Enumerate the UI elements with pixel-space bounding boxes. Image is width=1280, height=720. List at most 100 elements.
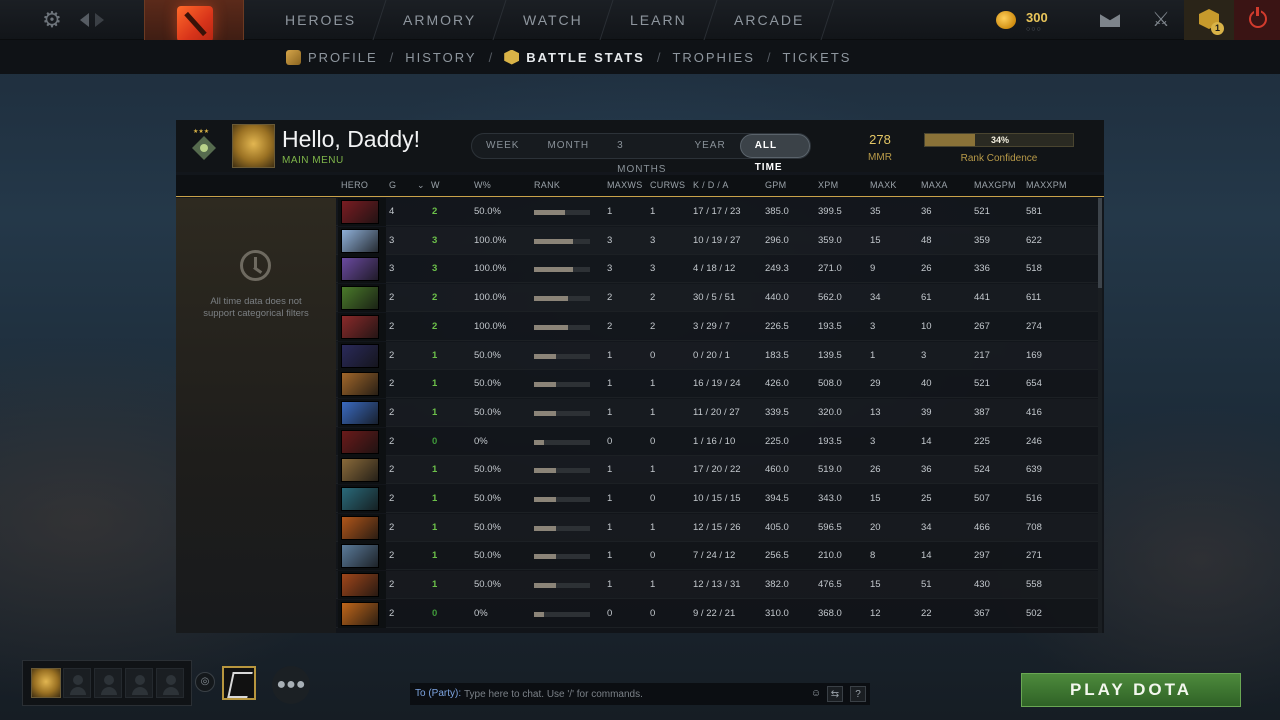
table-row[interactable]: 2 2 100.0% 2 2 30 / 5 / 51 440.0 562.0 34 61 441 61…	[336, 284, 1098, 313]
hero-portrait[interactable]	[341, 200, 379, 224]
hero-portrait[interactable]	[341, 544, 379, 569]
subnav-tickets[interactable]: TICKETS	[783, 50, 852, 65]
settings-gear-icon[interactable]: ⚙	[40, 8, 64, 32]
table-row[interactable]: 2 1 50.0% 1 1 12 / 13 / 31 382.0 476.5 15 51 430 55…	[336, 571, 1098, 600]
table-row[interactable]: 2 0 0% 0 0 1 / 16 / 10 225.0 193.5 3 14 225 246	[336, 427, 1098, 456]
cell-curws: 3	[650, 263, 656, 275]
cell-curws: 1	[650, 406, 656, 418]
cell-maxxpm: 639	[1026, 464, 1042, 476]
table-row[interactable]: 2 1 50.0% 1 1 17 / 20 / 22 460.0 519.0 26 36 524 63…	[336, 456, 1098, 485]
cell-maxa: 39	[921, 406, 932, 418]
tab-year[interactable]: YEAR	[680, 134, 739, 158]
forward-arrow-icon[interactable]	[95, 13, 104, 27]
hero-portrait[interactable]	[341, 400, 379, 425]
play-dota-button[interactable]: PLAY DOTA	[1021, 673, 1241, 707]
chat-help-icon[interactable]: ?	[850, 686, 866, 702]
armory-icon[interactable]: ⚔	[1150, 8, 1172, 32]
subnav-profile[interactable]: PROFILE	[286, 49, 378, 65]
nav-watch[interactable]: WATCH	[493, 0, 614, 40]
col-games[interactable]: G	[389, 180, 396, 190]
table-row[interactable]: 4 2 50.0% 1 1 17 / 17 / 23 385.0 399.5 35 36 521 58…	[336, 198, 1098, 226]
chat-input[interactable]	[464, 686, 804, 702]
empty-party-slot[interactable]	[94, 668, 122, 698]
cell-wp: 100.0%	[474, 263, 507, 275]
party-member-avatar[interactable]	[31, 668, 61, 698]
rank-bar-fill	[534, 324, 568, 330]
shards-counter[interactable]: 300 ○○○	[996, 8, 1056, 34]
hero-portrait[interactable]	[341, 515, 379, 540]
nav-armory[interactable]: ARMORY	[373, 0, 507, 40]
voice-chat-icon[interactable]: ◎	[195, 672, 215, 692]
col-xpm[interactable]: XPM	[818, 180, 838, 190]
hero-portrait[interactable]	[341, 314, 379, 339]
table-row[interactable]: 2 1 50.0% 1 0 0 / 20 / 1 183.5 139.5 1 3 217 169	[336, 341, 1098, 370]
table-row[interactable]: 2 2 100.0% 2 2 3 / 29 / 7 226.5 193.5 3 10 267 274	[336, 312, 1098, 341]
cell-maxws: 1	[607, 378, 613, 390]
col-wins[interactable]: W	[431, 180, 440, 190]
cell-maxk: 15	[870, 579, 881, 591]
hero-portrait[interactable]	[341, 286, 379, 311]
main-menu-link[interactable]: MAIN MENU	[282, 155, 344, 166]
hero-portrait[interactable]	[341, 429, 379, 454]
tab-month[interactable]: MONTH	[533, 134, 603, 158]
mail-icon[interactable]	[1100, 12, 1120, 27]
col-rank[interactable]: RANK	[534, 180, 560, 190]
nav-learn[interactable]: LEARN	[600, 0, 718, 40]
cell-maxws: 1	[607, 206, 613, 217]
hero-portrait[interactable]	[341, 601, 379, 626]
subnav-battle-stats[interactable]: BATTLE STATS	[504, 49, 645, 65]
table-row[interactable]: 2 0 0% 0 0 9 / 22 / 21 310.0 368.0 12 22 367 502	[336, 599, 1098, 628]
table-row[interactable]: 2 1 50.0% 1 1 12 / 15 / 26 405.0 596.5 20 34 466 70…	[336, 513, 1098, 542]
hero-portrait[interactable]	[341, 343, 379, 368]
cell-maxxpm: 246	[1026, 435, 1042, 447]
tab-3-months[interactable]: 3 MONTHS	[603, 134, 680, 175]
cell-maxgpm: 267	[974, 320, 990, 332]
friends-party-icon[interactable]: ●●●	[272, 666, 310, 704]
col-gpm[interactable]: GPM	[765, 180, 786, 190]
subnav-history[interactable]: HISTORY	[405, 50, 476, 65]
table-row[interactable]: 3 3 100.0% 3 3 4 / 18 / 12 249.3 271.0 9 26 336 518	[336, 255, 1098, 284]
cell-curws: 0	[650, 607, 656, 619]
hero-portrait[interactable]	[341, 228, 379, 253]
col-maxxpm[interactable]: MAXXPM	[1026, 180, 1067, 190]
cell-maxk: 26	[870, 464, 881, 476]
power-button[interactable]	[1234, 0, 1280, 40]
quest-button[interactable]: 1	[1184, 0, 1234, 40]
table-row[interactable]: 2 1 50.0% 1 0 10 / 15 / 15 394.5 343.0 15 25 507 51…	[336, 485, 1098, 513]
avatar[interactable]	[232, 124, 275, 168]
hero-portrait[interactable]	[341, 458, 379, 483]
col-hero[interactable]: HERO	[341, 180, 368, 190]
tab-week[interactable]: WEEK	[472, 134, 533, 158]
col-curws[interactable]: CURWS	[650, 180, 685, 190]
col-win-pct[interactable]: W%	[474, 180, 491, 190]
hero-portrait[interactable]	[341, 257, 379, 282]
rank-bar-fill	[534, 267, 574, 273]
table-scrollbar[interactable]	[1098, 198, 1102, 633]
tab-all-time[interactable]: ALL TIME	[739, 134, 810, 173]
col-kda[interactable]: K / D / A	[693, 180, 729, 190]
chat-channel-label[interactable]: To (Party):	[415, 688, 461, 699]
nav-arcade[interactable]: ARCADE	[704, 0, 835, 40]
nav-heroes[interactable]: HEROES	[255, 0, 387, 40]
col-maxgpm[interactable]: MAXGPM	[974, 180, 1016, 190]
battle-pass-icon[interactable]	[222, 666, 256, 700]
back-arrow-icon[interactable]	[80, 13, 89, 27]
sort-chevron-down-icon[interactable]: ⌄	[417, 180, 425, 191]
col-maxws[interactable]: MAXWS	[607, 180, 643, 190]
table-row[interactable]: 2 1 50.0% 1 1 11 / 20 / 27 339.5 320.0 13 39 387 41…	[336, 398, 1098, 427]
hero-portrait[interactable]	[341, 372, 379, 397]
scrollbar-thumb[interactable]	[1098, 198, 1102, 288]
chat-swap-icon[interactable]: ⇆	[827, 686, 843, 702]
subnav-trophies[interactable]: TROPHIES	[672, 50, 754, 65]
table-row[interactable]: 3 3 100.0% 3 3 10 / 19 / 27 296.0 359.0 15 48 359 6…	[336, 226, 1098, 255]
hero-portrait[interactable]	[341, 573, 379, 598]
table-row[interactable]: 2 1 50.0% 1 1 16 / 19 / 24 426.0 508.0 29 40 521 65…	[336, 370, 1098, 399]
emoticon-icon[interactable]: ☺	[808, 686, 824, 702]
col-maxk[interactable]: MAXK	[870, 180, 897, 190]
col-maxa[interactable]: MAXA	[921, 180, 948, 190]
empty-party-slot[interactable]	[125, 668, 153, 698]
table-row[interactable]: 2 1 50.0% 1 0 7 / 24 / 12 256.5 210.0 8 14 297 271	[336, 542, 1098, 571]
empty-party-slot[interactable]	[63, 668, 91, 698]
empty-party-slot[interactable]	[156, 668, 184, 698]
hero-portrait[interactable]	[341, 487, 379, 511]
